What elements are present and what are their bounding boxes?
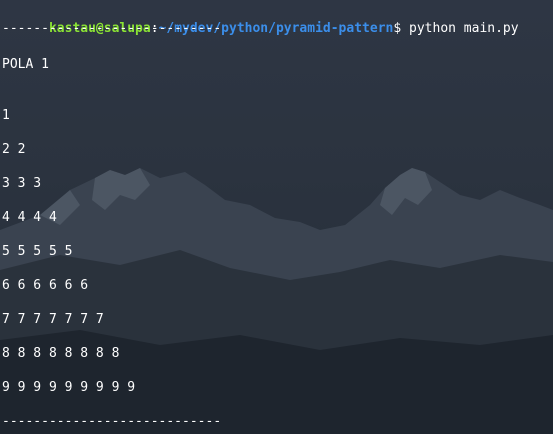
pyramid-row: 7 7 7 7 7 7 7	[2, 312, 104, 327]
prompt-command: python main.py	[409, 21, 519, 36]
pyramid-row: 1	[2, 108, 10, 123]
separator-top: ----------------------------	[2, 21, 222, 36]
pyramid-row: 3 3 3	[2, 176, 42, 191]
pyramid-row: 4 4 4 4	[2, 210, 57, 225]
pyramid-row: 6 6 6 6 6 6	[2, 278, 89, 293]
terminal-window[interactable]: kastau@salupa:~/mydev/python/pyramid-pat…	[0, 0, 553, 434]
mountain-wallpaper	[0, 168, 553, 434]
separator-bottom: ----------------------------	[2, 414, 222, 429]
pattern-title: POLA 1	[2, 57, 49, 72]
pyramid-row: 5 5 5 5 5	[2, 244, 73, 259]
pyramid-row: 8 8 8 8 8 8 8 8	[2, 346, 120, 361]
pyramid-row: 2 2	[2, 142, 26, 157]
prompt-symbol: $	[393, 21, 410, 36]
prompt-line: kastau@salupa:~/mydev/python/pyramid-pat…	[2, 3, 519, 36]
pyramid-row: 9 9 9 9 9 9 9 9 9	[2, 380, 136, 395]
